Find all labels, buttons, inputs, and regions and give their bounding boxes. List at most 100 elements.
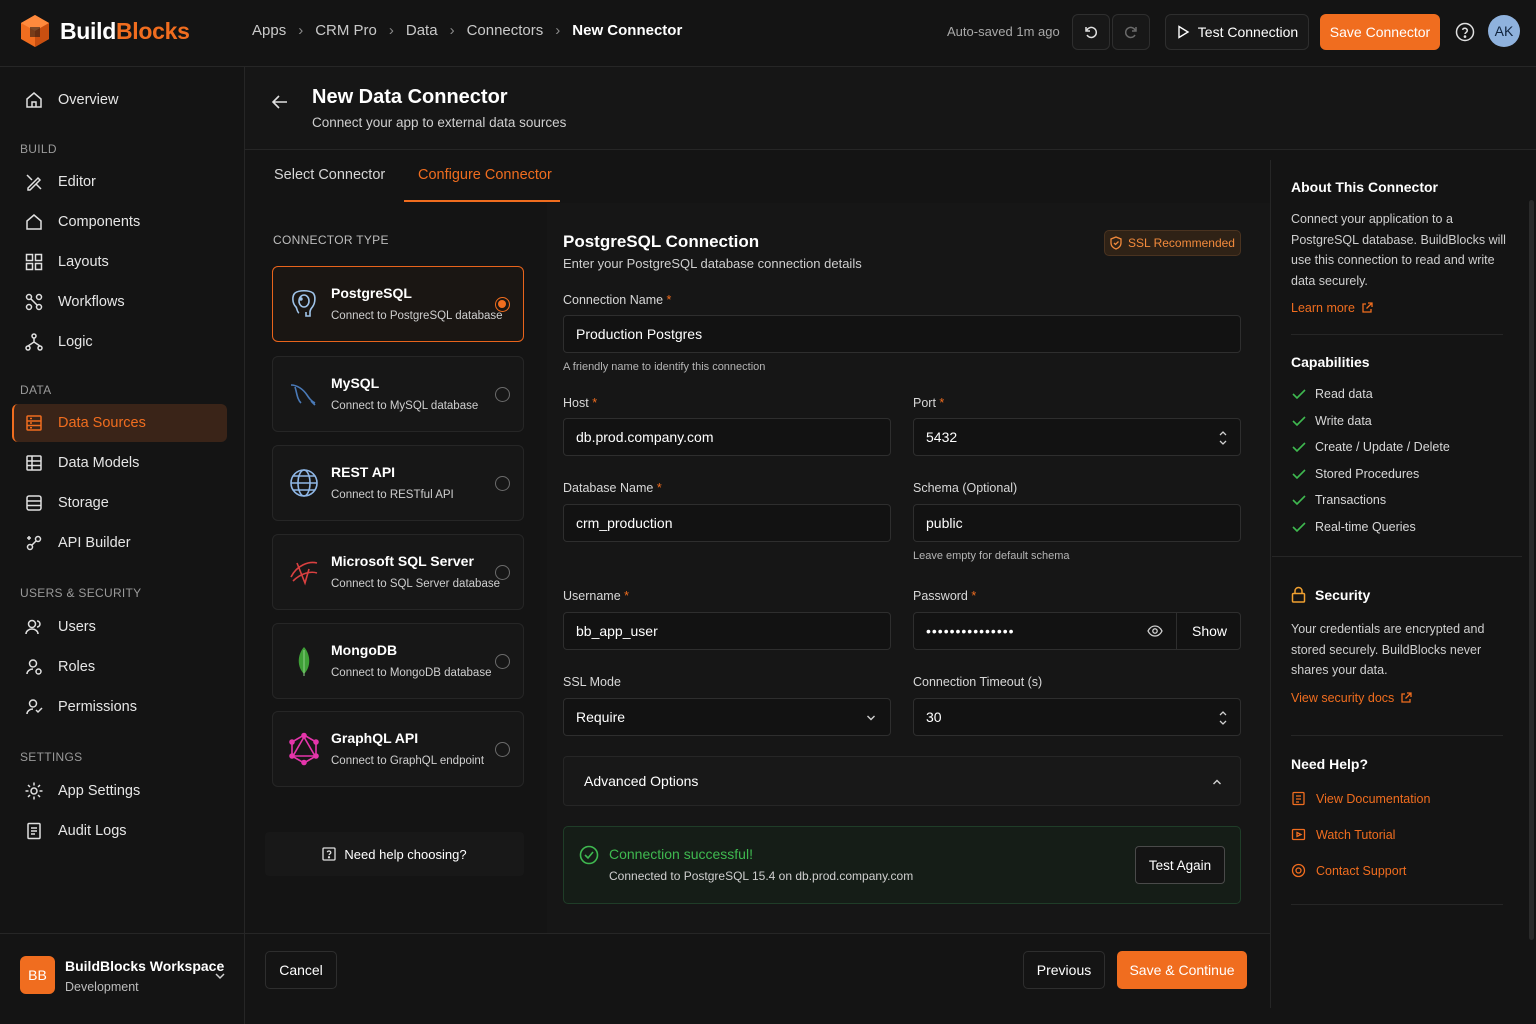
connector-radio-selected[interactable] — [495, 297, 510, 312]
back-arrow-icon[interactable] — [271, 93, 289, 111]
need-help-choosing-button[interactable]: Need help choosing? — [265, 832, 524, 876]
stepper-arrows-icon[interactable] — [1218, 429, 1228, 447]
chevron-right-icon: › — [555, 22, 561, 39]
view-documentation-link[interactable]: View Documentation — [1291, 791, 1430, 806]
chevron-up-icon — [1213, 779, 1221, 785]
save-continue-button[interactable]: Save & Continue — [1117, 951, 1247, 989]
connector-radio[interactable] — [495, 565, 510, 580]
sidebar-item-data-models[interactable]: Data Models — [12, 444, 227, 482]
help-circle-icon[interactable] — [1455, 22, 1475, 42]
show-password-button[interactable]: Show — [1192, 623, 1227, 639]
breadcrumb-connectors[interactable]: Connectors — [467, 22, 544, 39]
sidebar-item-label: Roles — [58, 659, 96, 675]
watch-tutorial-link[interactable]: Watch Tutorial — [1291, 827, 1395, 842]
avatar[interactable]: AK — [1488, 15, 1520, 47]
test-connection-button[interactable]: Test Connection — [1165, 14, 1309, 50]
test-again-button[interactable]: Test Again — [1135, 846, 1225, 884]
top-bar: BuildBlocks Apps › CRM Pro › Data › Conn… — [0, 0, 1536, 67]
sidebar-item-label: Components — [58, 214, 141, 230]
breadcrumb-apps[interactable]: Apps — [252, 22, 286, 39]
password-input[interactable]: ••••••••••••••• Show — [913, 612, 1241, 650]
username-input[interactable]: bb_app_user — [563, 612, 891, 650]
save-connector-button[interactable]: Save Connector — [1320, 14, 1440, 50]
port-stepper[interactable]: 5432 — [913, 418, 1241, 456]
sidebar-item-label: Audit Logs — [58, 823, 127, 839]
storage-icon — [26, 495, 42, 511]
connector-name: GraphQL API — [331, 730, 419, 746]
check-icon — [1292, 442, 1306, 453]
sidebar-item-users[interactable]: Users — [12, 608, 227, 646]
sidebar-item-label: Data Models — [58, 455, 140, 471]
ssl-mode-select[interactable]: Require — [563, 698, 891, 736]
connector-card-mysql[interactable]: MySQL Connect to MySQL database — [272, 356, 524, 432]
sidebar-item-overview[interactable]: Overview — [12, 81, 227, 119]
host-input[interactable]: db.prod.company.com — [563, 418, 891, 456]
capability-item: Transactions — [1292, 493, 1386, 507]
chevron-down-icon — [215, 973, 225, 980]
schema-input[interactable]: public — [913, 504, 1241, 542]
connector-desc: Connect to MongoDB database — [331, 667, 492, 679]
sidebar-item-label: App Settings — [58, 783, 141, 799]
connection-name-input[interactable]: Production Postgres — [563, 315, 1241, 353]
sidebar-item-audit-logs[interactable]: Audit Logs — [12, 812, 227, 850]
redo-button[interactable] — [1112, 14, 1150, 50]
divider — [1272, 556, 1522, 557]
tab-select-connector[interactable]: Select Connector — [274, 167, 385, 183]
connector-card-mongodb[interactable]: MongoDB Connect to MongoDB database — [272, 623, 524, 699]
form-subtitle: Enter your PostgreSQL database connectio… — [563, 256, 862, 271]
connector-name: Microsoft SQL Server — [331, 553, 474, 569]
workspace-switcher[interactable]: BB BuildBlocks Workspace Development — [0, 933, 245, 1024]
tab-configure-connector[interactable]: Configure Connector — [418, 167, 552, 183]
sidebar-item-workflows[interactable]: Workflows — [12, 283, 227, 321]
connector-card-graphql[interactable]: GraphQL API Connect to GraphQL endpoint — [272, 711, 524, 787]
connector-desc: Connect to SQL Server database — [331, 578, 500, 590]
security-docs-link[interactable]: View security docs — [1291, 691, 1412, 705]
sidebar-item-roles[interactable]: Roles — [12, 648, 227, 686]
connector-radio[interactable] — [495, 387, 510, 402]
brand-logo[interactable]: BuildBlocks — [20, 14, 190, 48]
sidebar-item-label: Editor — [58, 174, 96, 190]
contact-support-link[interactable]: Contact Support — [1291, 863, 1406, 878]
cancel-button[interactable]: Cancel — [265, 951, 337, 989]
sidebar-item-editor[interactable]: Editor — [12, 163, 227, 201]
sidebar-item-data-sources[interactable]: Data Sources — [12, 404, 227, 442]
learn-more-link[interactable]: Learn more — [1291, 301, 1373, 315]
undo-button[interactable] — [1072, 14, 1110, 50]
connector-card-postgresql[interactable]: PostgreSQL Connect to PostgreSQL databas… — [272, 266, 524, 342]
sidebar-item-logic[interactable]: Logic — [12, 323, 227, 361]
video-icon — [1291, 828, 1306, 841]
advanced-options-toggle[interactable]: Advanced Options — [563, 756, 1241, 806]
sidebar-item-api-builder[interactable]: API Builder — [12, 524, 227, 562]
connector-radio[interactable] — [495, 476, 510, 491]
connector-card-rest-api[interactable]: REST API Connect to RESTful API — [272, 445, 524, 521]
sidebar-item-components[interactable]: Components — [12, 203, 227, 241]
connector-name: PostgreSQL — [331, 285, 412, 301]
about-text: Connect your application to a PostgreSQL… — [1291, 212, 1506, 288]
stepper-arrows-icon[interactable] — [1218, 709, 1228, 727]
timeout-stepper[interactable]: 30 — [913, 698, 1241, 736]
schema-hint: Leave empty for default schema — [913, 550, 1070, 562]
pencil-ruler-icon — [26, 174, 42, 191]
sidebar-item-layouts[interactable]: Layouts — [12, 243, 227, 281]
sidebar-item-permissions[interactable]: Permissions — [12, 688, 227, 726]
eye-icon[interactable] — [1147, 624, 1163, 638]
database-name-input[interactable]: crm_production — [563, 504, 891, 542]
breadcrumb-crm-pro[interactable]: CRM Pro — [315, 22, 377, 39]
capability-item: Real-time Queries — [1292, 520, 1416, 534]
connection-name-label: Connection Name * — [563, 293, 672, 307]
undo-icon — [1085, 26, 1098, 39]
connector-card-sql-server[interactable]: Microsoft SQL Server Connect to SQL Serv… — [272, 534, 524, 610]
breadcrumb-data[interactable]: Data — [406, 22, 438, 39]
info-panel-scrollbar[interactable] — [1529, 200, 1534, 940]
capability-item: Create / Update / Delete — [1292, 440, 1450, 454]
success-detail: Connected to PostgreSQL 15.4 on db.prod.… — [609, 869, 914, 883]
support-icon — [1291, 863, 1306, 878]
sidebar-item-app-settings[interactable]: App Settings — [12, 772, 227, 810]
connector-radio[interactable] — [495, 742, 510, 757]
connector-radio[interactable] — [495, 654, 510, 669]
previous-button[interactable]: Previous — [1023, 951, 1105, 989]
table-icon — [26, 455, 42, 471]
ssl-badge-label: SSL Recommended — [1128, 236, 1235, 250]
sidebar-item-storage[interactable]: Storage — [12, 484, 227, 522]
workspace-name: BuildBlocks Workspace — [65, 958, 225, 974]
